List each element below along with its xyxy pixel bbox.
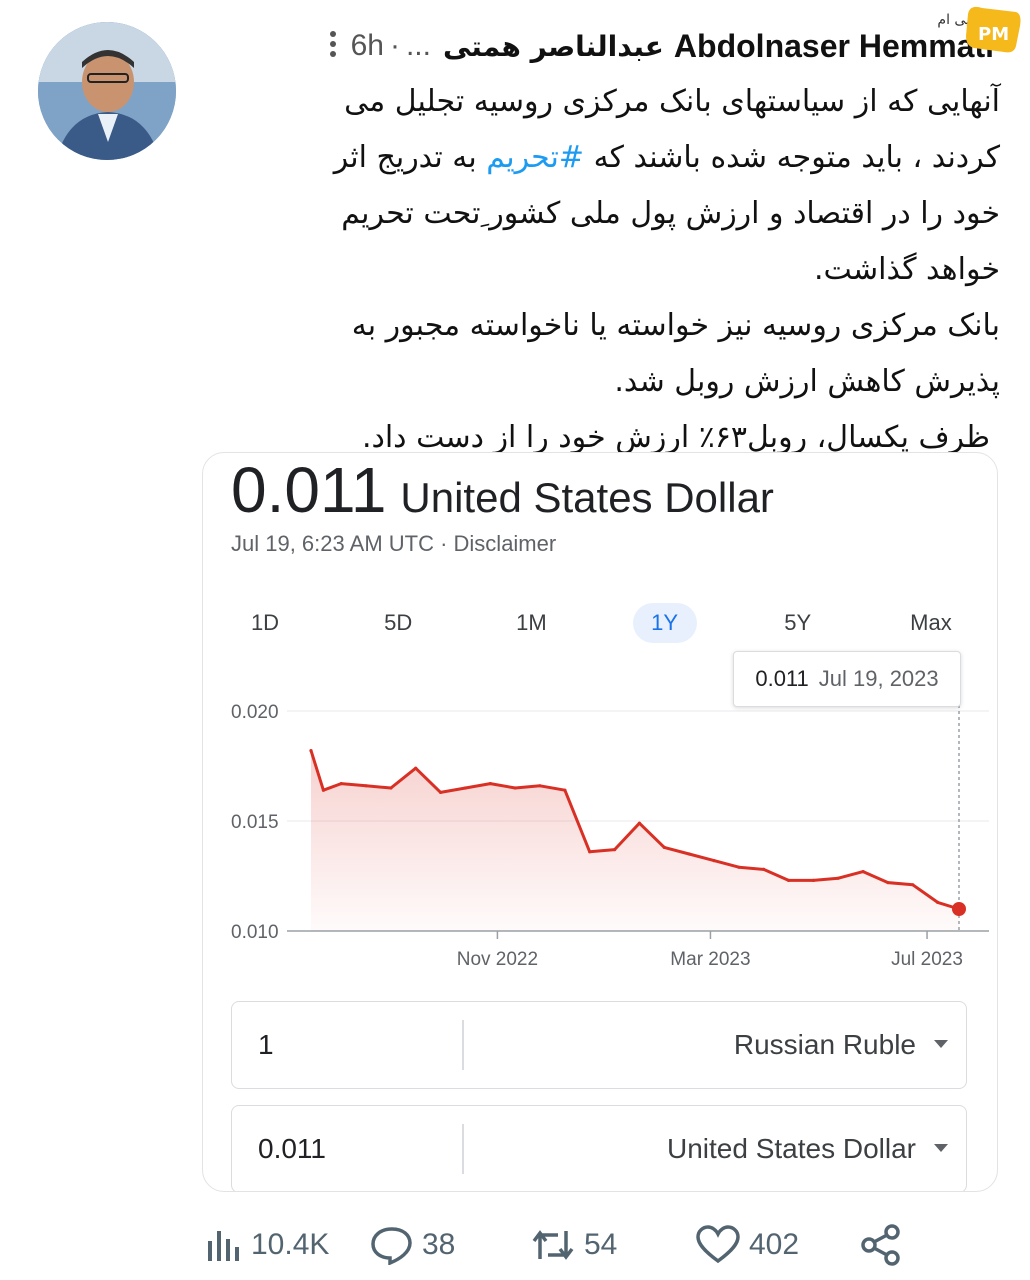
chart-point [936, 900, 940, 904]
tweet-line: خواهد گذاشت. [814, 252, 1000, 287]
tweet-time[interactable]: 6h [351, 29, 384, 63]
chart-point [786, 878, 791, 882]
chart-point [538, 784, 542, 788]
chart-point [463, 786, 468, 790]
chart-point [309, 749, 313, 753]
chevron-down-icon[interactable] [934, 1144, 948, 1152]
chevron-down-icon[interactable] [934, 1040, 948, 1048]
dot-separator: · [389, 29, 400, 62]
chart-point [762, 867, 766, 871]
to-currency-row[interactable]: 0.011 United States Dollar [231, 1105, 967, 1191]
svg-text:PM: PM [978, 24, 1009, 45]
y-tick-label: 0.010 [231, 922, 279, 943]
exchange-chart[interactable]: 0.020 0.015 0.010 Nov 2022 Mar 2023 Jul 2023 [203, 453, 997, 993]
share-icon [861, 1224, 900, 1266]
chart-area-fill [311, 750, 959, 931]
chart-point [339, 782, 343, 786]
avatar[interactable] [38, 22, 176, 160]
tweet-line: پذیرش کاهش ارزش روبل شد. [614, 364, 1000, 399]
author-name-fa[interactable]: عبدالناصر همتی [443, 30, 664, 63]
more-options-icon[interactable] [329, 29, 337, 63]
chart-point [588, 850, 592, 854]
tweet-line: خود را در اقتصاد و ارزش پول ملی کشور ِتح… [341, 196, 1000, 231]
field-divider [462, 1020, 464, 1070]
chart-point [389, 786, 393, 790]
chart-point [364, 784, 368, 788]
share-button[interactable] [860, 1220, 910, 1270]
avatar-photo [38, 22, 176, 160]
chart-point [414, 766, 418, 770]
to-currency-select[interactable]: United States Dollar [667, 1106, 916, 1191]
chart-point [737, 865, 741, 869]
to-amount-input[interactable]: 0.011 [258, 1106, 326, 1191]
more-indicator: ... [405, 29, 431, 62]
heart-icon [696, 1225, 740, 1264]
tweet-header: Abdolnaser Hemmati عبدالناصر همتی ... · … [200, 24, 1000, 68]
chart-point [687, 852, 691, 856]
retweet-button[interactable]: 54 [530, 1220, 617, 1270]
chart-point [637, 821, 642, 825]
watermark-logo-icon: PM [964, 4, 1024, 56]
x-tick-label: Mar 2023 [670, 949, 750, 970]
reply-icon [371, 1227, 412, 1265]
views-count: 10.4K [251, 1228, 330, 1261]
chart-point [911, 883, 915, 887]
retweet-icon [532, 1230, 574, 1260]
chart-point [886, 881, 890, 885]
author-name[interactable]: Abdolnaser Hemmati [674, 28, 994, 65]
y-tick-label: 0.020 [231, 702, 279, 723]
field-divider [462, 1124, 464, 1174]
hashtag-link[interactable]: #تحریم [486, 140, 584, 175]
reply-button[interactable]: 38 [370, 1220, 455, 1270]
chart-point [612, 848, 617, 852]
x-tick-label: Jul 2023 [891, 949, 963, 970]
y-tick-label: 0.015 [231, 812, 279, 833]
tweet-line-part: به تدریج اثر [333, 140, 477, 175]
chart-point [439, 790, 443, 794]
reply-count: 38 [422, 1228, 456, 1261]
from-currency-row[interactable]: 1 Russian Ruble [231, 1001, 967, 1089]
chart-point [662, 845, 666, 849]
like-button[interactable]: 402 [695, 1220, 799, 1270]
tweet-line-part: کردند ، باید متوجه شده باشند که [593, 140, 1000, 175]
views-button[interactable]: 10.4K [205, 1220, 329, 1270]
from-amount-input[interactable]: 1 [258, 1002, 274, 1088]
retweet-count: 54 [584, 1228, 618, 1261]
tweet-line: آنهایی که از سیاستهای بانک مرکزی روسیه ت… [344, 84, 1000, 119]
tooltip-date: Jul 19, 2023 [818, 666, 939, 691]
x-tick-label: Nov 2022 [457, 949, 538, 970]
chart-point [563, 788, 567, 792]
chart-point [836, 876, 840, 880]
chart-point [488, 782, 492, 786]
tweet-line: بانک مرکزی روسیه نیز خواسته یا ناخواسته … [351, 308, 1000, 343]
chart-point [513, 786, 517, 790]
chart-tooltip: 0.011 Jul 19, 2023 [733, 651, 961, 707]
tweet-actions: 10.4K 38 54 402 [205, 1220, 905, 1270]
tooltip-value: 0.011 [755, 666, 809, 691]
views-icon [208, 1231, 239, 1261]
chart-point [321, 788, 326, 792]
chart-point [712, 859, 716, 863]
from-currency-select[interactable]: Russian Ruble [734, 1002, 916, 1088]
chart-highlight-point [952, 902, 966, 916]
currency-converter-card[interactable]: 0.011 United States Dollar Jul 19, 6:23 A… [202, 452, 998, 1192]
like-count: 402 [749, 1228, 800, 1261]
tweet-line: کردند ، باید متوجه شده باشند که #تحریم ب… [240, 130, 1000, 186]
chart-point [811, 878, 816, 882]
tweet-text: آنهایی که از سیاستهای بانک مرکزی روسیه ت… [240, 74, 1000, 466]
chart-point [861, 870, 865, 874]
